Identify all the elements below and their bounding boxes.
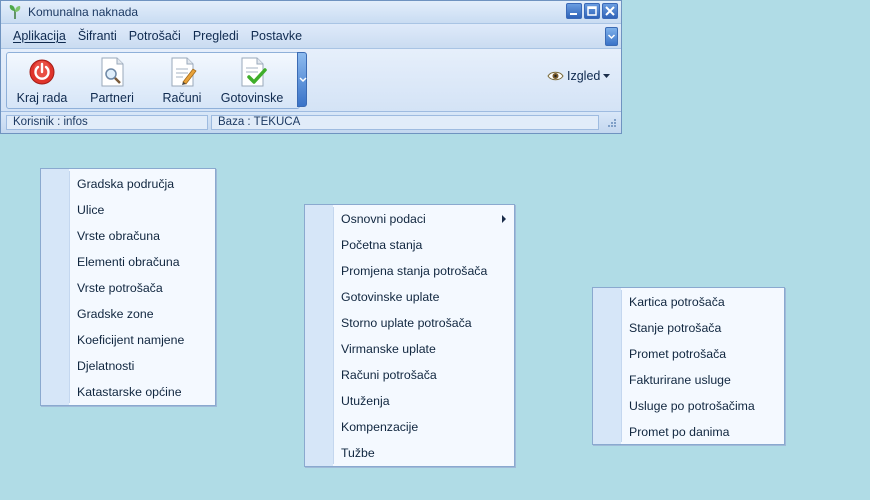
sifranti-menu: Gradska područja Ulice Vrste obračuna El… — [40, 168, 216, 406]
menu-item-koeficijent-namjene[interactable]: Koeficijent namjene — [41, 327, 215, 353]
status-user: Korisnik : infos — [6, 115, 208, 130]
submenu-arrow-icon — [502, 215, 506, 223]
menu-item-vrste-obracuna[interactable]: Vrste obračuna — [41, 223, 215, 249]
minimize-button[interactable] — [566, 3, 582, 19]
main-window: Komunalna naknada Aplikacija Šifranti Po… — [0, 0, 622, 134]
partners-button[interactable]: Partneri — [77, 53, 147, 108]
chevron-down-icon — [299, 77, 307, 83]
power-icon — [29, 59, 55, 85]
menu-item-vrste-potrosaca[interactable]: Vrste potrošača — [41, 275, 215, 301]
menu-item-katastarske-opcine[interactable]: Katastarske općine — [41, 379, 215, 405]
toolbar-area: Kraj rada Partneri Računi Gotovinske Izg… — [1, 49, 621, 111]
window-controls — [566, 3, 618, 19]
menu-item-stanje-potrosaca[interactable]: Stanje potrošača — [593, 315, 784, 341]
menu-aplikacija[interactable]: Aplikacija — [7, 29, 72, 43]
potrosaci-menu: Osnovni podaci Početna stanja Promjena s… — [304, 204, 515, 467]
cash-payments-button[interactable]: Gotovinske — [217, 53, 287, 108]
menu-pregledi[interactable]: Pregledi — [187, 29, 245, 43]
caret-down-icon — [603, 73, 611, 78]
menu-item-pocetna-stanja[interactable]: Početna stanja — [305, 232, 514, 258]
eye-icon — [547, 71, 564, 81]
toolbar: Kraj rada Partneri Računi Gotovinske — [6, 52, 300, 109]
menu-item-kompenzacije[interactable]: Kompenzacije — [305, 414, 514, 440]
menu-item-virmanske-uplate[interactable]: Virmanske uplate — [305, 336, 514, 362]
menu-item-racuni-potrosaca[interactable]: Računi potrošača — [305, 362, 514, 388]
document-check-icon — [241, 57, 267, 87]
menu-item-utuzenja[interactable]: Utuženja — [305, 388, 514, 414]
status-bar: Korisnik : infos Baza : TEKUCA — [1, 111, 621, 133]
menu-item-gradske-zone[interactable]: Gradske zone — [41, 301, 215, 327]
menu-item-fakturirane-usluge[interactable]: Fakturirane usluge — [593, 367, 784, 393]
menu-item-gradska-podrucja[interactable]: Gradska područja — [41, 171, 215, 197]
pregledi-menu: Kartica potrošača Stanje potrošača Prome… — [592, 287, 785, 445]
document-search-icon — [101, 57, 124, 87]
view-menu-button[interactable]: Izgled — [547, 69, 611, 83]
exit-button[interactable]: Kraj rada — [7, 53, 77, 108]
menu-item-osnovni-podaci[interactable]: Osnovni podaci — [305, 206, 514, 232]
menu-sifranti[interactable]: Šifranti — [72, 29, 123, 43]
minimize-icon — [570, 13, 577, 15]
menu-item-tuzbe[interactable]: Tužbe — [305, 440, 514, 466]
menu-item-kartica-potrosaca[interactable]: Kartica potrošača — [593, 289, 784, 315]
maximize-icon — [587, 6, 597, 16]
menu-item-promet-potrosaca[interactable]: Promet potrošača — [593, 341, 784, 367]
menu-overflow-button[interactable] — [605, 27, 618, 46]
resize-grip-icon[interactable] — [605, 118, 617, 130]
close-button[interactable] — [602, 3, 618, 19]
partners-label: Partneri — [90, 91, 134, 105]
cash-payments-label: Gotovinske — [220, 91, 284, 105]
app-leaf-icon — [9, 5, 21, 19]
toolbar-overflow-button[interactable] — [297, 52, 307, 107]
view-menu-label: Izgled — [567, 69, 601, 83]
menu-item-gotovinske-uplate[interactable]: Gotovinske uplate — [305, 284, 514, 310]
document-edit-icon — [171, 57, 197, 87]
menu-item-label: Osnovni podaci — [341, 212, 426, 226]
window-title: Komunalna naknada — [28, 5, 139, 19]
menu-item-elementi-obracuna[interactable]: Elementi obračuna — [41, 249, 215, 275]
menu-potrosaci[interactable]: Potrošači — [123, 29, 187, 43]
maximize-button[interactable] — [584, 3, 600, 19]
menu-postavke[interactable]: Postavke — [245, 29, 308, 43]
menu-item-promet-po-danima[interactable]: Promet po danima — [593, 419, 784, 445]
menu-item-usluge-po-potrosacima[interactable]: Usluge po potrošačima — [593, 393, 784, 419]
title-bar[interactable]: Komunalna naknada — [1, 1, 621, 24]
menu-bar: Aplikacija Šifranti Potrošači Pregledi P… — [1, 24, 621, 49]
menu-item-djelatnosti[interactable]: Djelatnosti — [41, 353, 215, 379]
invoices-button[interactable]: Računi — [147, 53, 217, 108]
status-database: Baza : TEKUCA — [211, 115, 599, 130]
close-icon — [605, 6, 615, 16]
chevron-down-icon — [607, 34, 616, 40]
invoices-label: Računi — [162, 91, 202, 105]
menu-item-promjena-stanja[interactable]: Promjena stanja potrošača — [305, 258, 514, 284]
menu-item-storno-uplate[interactable]: Storno uplate potrošača — [305, 310, 514, 336]
menu-item-ulice[interactable]: Ulice — [41, 197, 215, 223]
exit-label: Kraj rada — [16, 91, 68, 105]
